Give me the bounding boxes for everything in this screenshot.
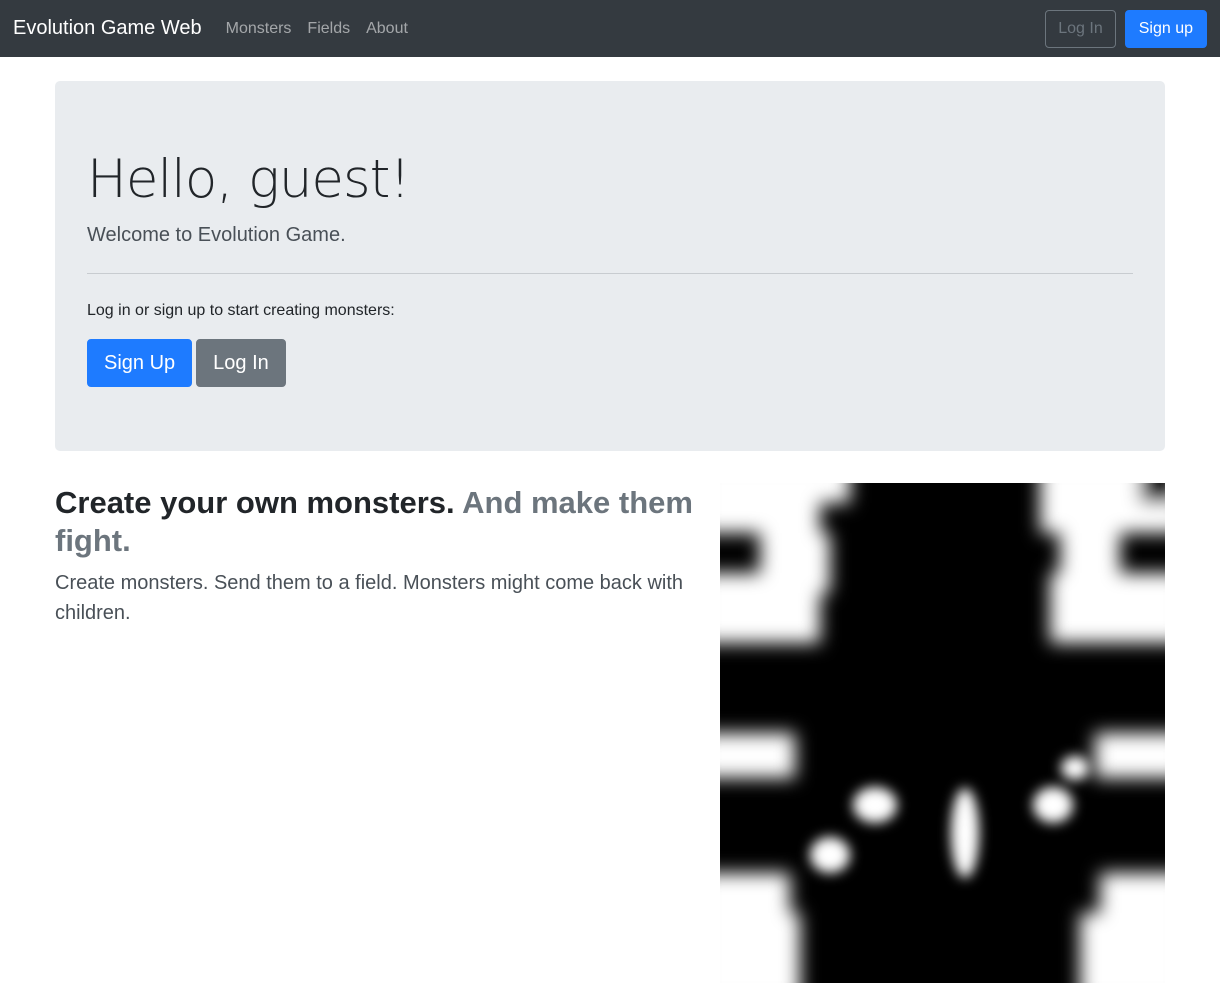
feature-heading: Create your own monsters. And make them … [55,484,705,560]
navbar-auth-buttons: Log In Sign up [1045,9,1207,48]
welcome-jumbotron: Hello, guest! Welcome to Evolution Game.… [55,81,1165,451]
login-button[interactable]: Log In [196,339,286,387]
nav-link-about[interactable]: About [366,20,408,38]
welcome-lead: Welcome to Evolution Game. [87,224,346,246]
feature-lead: Create monsters. Send them to a field. M… [55,572,684,624]
monster-image [720,483,1165,983]
nav-link-fields[interactable]: Fields [307,20,350,38]
nav-link-monsters[interactable]: Monsters [226,20,292,38]
divider [87,273,1133,274]
feature-heading-main: Create your own monsters. [55,485,455,520]
welcome-title: Hello, guest! [87,149,411,210]
monster-pixel-art [720,483,1165,983]
top-navbar: Evolution Game Web Monsters Fields About… [0,0,1220,57]
navbar-signup-button[interactable]: Sign up [1124,9,1207,48]
auth-prompt: Log in or sign up to start creating mons… [87,302,395,319]
navbar-login-button[interactable]: Log In [1045,9,1116,48]
signup-button[interactable]: Sign Up [87,339,193,387]
brand-link[interactable]: Evolution Game Web [13,17,202,40]
auth-buttons: Sign Up Log In [87,339,286,387]
